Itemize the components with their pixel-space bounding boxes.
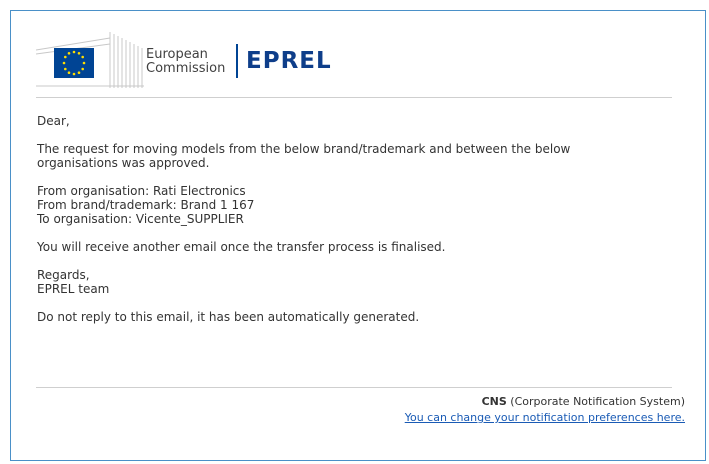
logo-line-commission: Commission (146, 61, 226, 76)
signature: EPREL team (37, 282, 110, 296)
footer-separator (36, 387, 672, 388)
logo-wordmark: European Commission (146, 48, 225, 76)
no-reply-notice: Do not reply to this email, it has been … (37, 310, 420, 324)
next-step-text: You will receive another email once the … (37, 240, 446, 254)
intro-line-1: The request for moving models from the b… (37, 142, 571, 156)
system-full-name: (Corporate Notification System) (510, 395, 685, 408)
european-commission-logo (36, 32, 144, 88)
regards: Regards, (37, 268, 90, 282)
system-line: CNS (Corporate Notification System) (405, 394, 685, 410)
system-short-name: CNS (481, 395, 507, 408)
logo-divider (236, 44, 238, 78)
email-footer: CNS (Corporate Notification System) You … (405, 394, 685, 426)
email-body: Dear, The request for moving models from… (37, 114, 677, 324)
header-separator (36, 97, 672, 98)
to-organisation: To organisation: Vicente_SUPPLIER (37, 212, 244, 226)
greeting: Dear, (37, 114, 70, 128)
notification-preferences-link[interactable]: You can change your notification prefere… (405, 411, 685, 424)
from-brand: From brand/trademark: Brand 1 167 (37, 198, 255, 212)
logo-line-european: European (146, 47, 208, 62)
from-organisation: From organisation: Rati Electronics (37, 184, 246, 198)
eprel-title: EPREL (246, 48, 332, 74)
email-header: European Commission EPREL (36, 30, 536, 90)
intro-line-2: organisations was approved. (37, 156, 210, 170)
